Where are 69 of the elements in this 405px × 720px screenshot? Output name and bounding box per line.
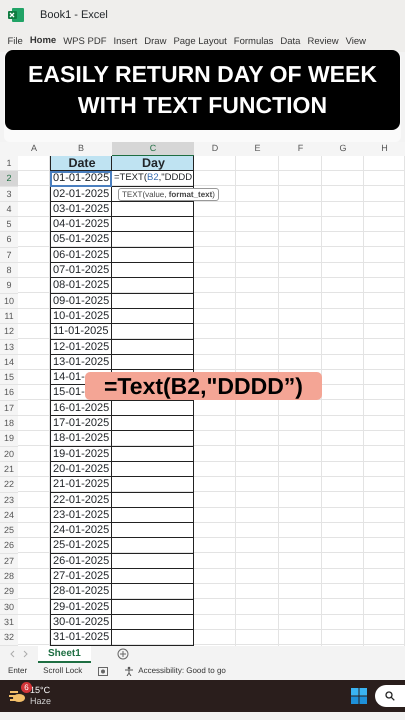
column-heading: Day (112, 156, 194, 172)
weather-condition: Haze (30, 696, 52, 706)
ribbon-tab[interactable]: Draw (140, 32, 170, 52)
add-sheet-icon[interactable] (116, 648, 129, 660)
row-number[interactable]: 10 (0, 294, 18, 309)
row-number[interactable]: 25 (0, 523, 18, 538)
table-cell: 01-01-2025 (50, 171, 112, 187)
row-number[interactable]: 4 (0, 202, 18, 218)
start-icon[interactable] (351, 688, 367, 704)
sheet-tab[interactable]: Sheet1 (38, 646, 91, 662)
ribbon-tab[interactable]: Formulas (230, 32, 277, 52)
title-banner: EASILY RETURN DAY OF WEEK WITH TEXT FUNCTION (5, 50, 400, 130)
row-number[interactable]: 13 (0, 340, 18, 355)
row-number[interactable]: 7 (0, 248, 18, 264)
row-number[interactable]: 23 (0, 492, 18, 508)
row-number[interactable]: 9 (0, 278, 18, 294)
row-number[interactable]: 5 (0, 217, 18, 232)
ribbon-tab[interactable]: File (4, 32, 26, 52)
row-number[interactable]: 27 (0, 554, 18, 570)
window-title: Book1 - Excel (40, 8, 108, 23)
ribbon-tab[interactable]: View (342, 32, 370, 52)
macro-record-icon[interactable] (98, 666, 108, 676)
accessibility-status[interactable]: Accessibility: Good to go (124, 665, 226, 677)
ribbon-tab[interactable]: Insert (110, 32, 141, 52)
row-number[interactable]: 29 (0, 584, 18, 600)
row-number[interactable]: 22 (0, 477, 18, 493)
row-number[interactable]: 14 (0, 354, 18, 370)
row-number[interactable]: 15 (0, 370, 18, 386)
column-header[interactable]: E (236, 142, 279, 157)
column-header[interactable]: D (194, 142, 236, 157)
ribbon-tab[interactable]: Data (276, 32, 304, 52)
row-number[interactable]: 12 (0, 324, 18, 340)
column-header[interactable]: G (322, 142, 364, 157)
ribbon-tab[interactable]: WPS PDF (60, 32, 110, 52)
excel-logo-icon (8, 8, 24, 22)
row-number[interactable]: 11 (0, 308, 18, 324)
temperature: 15°C (30, 684, 52, 696)
row-number[interactable]: 16 (0, 385, 18, 401)
row-number[interactable]: 31 (0, 614, 18, 630)
row-number[interactable]: 19 (0, 431, 18, 447)
search-icon[interactable] (375, 684, 405, 706)
row-number[interactable]: 20 (0, 446, 18, 462)
column-header[interactable]: C (112, 142, 194, 157)
column-heading: Date (50, 156, 112, 172)
ribbon-tab[interactable]: Page Layout (170, 32, 230, 52)
row-number[interactable]: 2 (0, 171, 18, 187)
notification-badge: 6 (21, 682, 32, 692)
row-number[interactable]: 24 (0, 508, 18, 524)
row-number[interactable]: 21 (0, 462, 18, 478)
ribbon-tab[interactable]: Review (304, 32, 342, 52)
row-number[interactable]: 1 (0, 156, 18, 172)
status-mode: Enter (8, 665, 28, 677)
row-number[interactable]: 18 (0, 416, 18, 432)
column-header[interactable]: F (279, 142, 322, 157)
accessibility-icon (124, 666, 134, 676)
row-number[interactable]: 6 (0, 232, 18, 248)
row-number[interactable]: 8 (0, 263, 18, 278)
row-number[interactable]: 26 (0, 538, 18, 554)
row-number[interactable]: 28 (0, 569, 18, 584)
row-number[interactable]: 30 (0, 600, 18, 615)
row-number[interactable]: 3 (0, 186, 18, 202)
formula-callout: =Text(B2,"DDDD”) (85, 372, 322, 400)
function-tooltip: TEXT(value, format_text) (118, 188, 219, 201)
column-header[interactable]: H (364, 142, 405, 157)
column-header[interactable]: A (18, 142, 50, 157)
column-header[interactable]: B (50, 142, 112, 157)
row-number[interactable]: 32 (0, 630, 18, 646)
row-number[interactable]: 17 (0, 400, 18, 416)
status-scroll-lock: Scroll Lock (43, 665, 82, 677)
